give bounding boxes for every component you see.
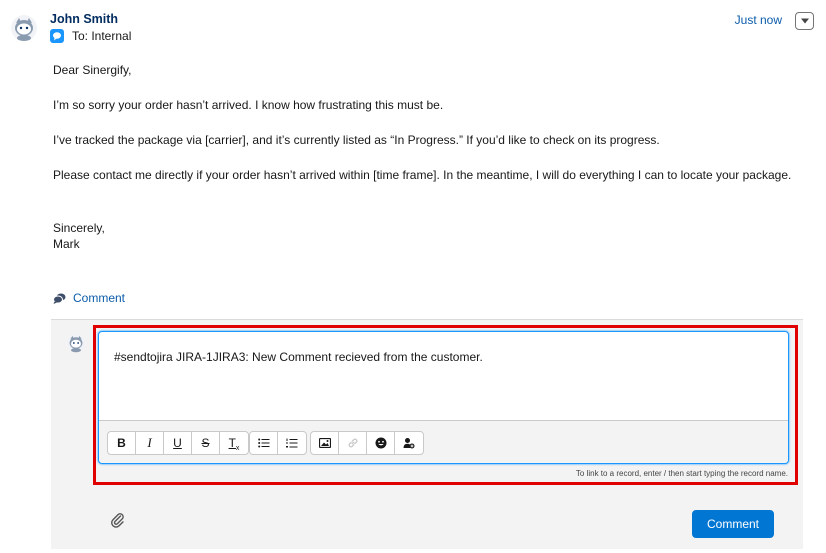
- bulleted-list-icon: [257, 438, 269, 448]
- text-format-group: B I U S Tx: [107, 431, 249, 455]
- image-icon: [318, 438, 331, 448]
- mention-user-button[interactable]: [395, 432, 423, 454]
- user-avatar[interactable]: [10, 14, 38, 42]
- bold-button[interactable]: B: [108, 432, 136, 454]
- insert-group: [310, 431, 424, 455]
- bulleted-list-button[interactable]: [250, 432, 278, 454]
- link-icon: [348, 438, 357, 448]
- rich-text-toolbar: B I U S Tx: [99, 420, 788, 463]
- insert-emoji-button[interactable]: [367, 432, 395, 454]
- greeting: Dear Sinergify,: [53, 63, 132, 77]
- numbered-list-icon: [286, 438, 298, 447]
- underline-icon: U: [173, 436, 182, 450]
- closing: Sincerely,: [53, 221, 105, 235]
- post-body: Dear Sinergify, I’m so sorry your order …: [53, 62, 793, 252]
- insert-image-button[interactable]: [311, 432, 339, 454]
- insert-link-button[interactable]: [339, 432, 367, 454]
- post-menu-button[interactable]: [795, 12, 814, 30]
- paragraph-2: I’ve tracked the package via [carrier], …: [53, 133, 660, 147]
- comment-action-label: Comment: [73, 291, 126, 305]
- emoji-icon: [375, 437, 386, 449]
- chevron-down-icon: [800, 18, 809, 24]
- strikethrough-icon: S: [201, 436, 210, 450]
- strikethrough-button[interactable]: S: [192, 432, 220, 454]
- paragraph-1: I’m so sorry your order hasn’t arrived. …: [53, 98, 444, 112]
- clear-formatting-button[interactable]: Tx: [220, 432, 248, 454]
- numbered-list-button[interactable]: [278, 432, 306, 454]
- bold-icon: B: [117, 436, 126, 450]
- list-group: [249, 431, 307, 455]
- paragraph-3: Please contact me directly if your order…: [53, 168, 792, 182]
- audience-label: To: Internal: [72, 29, 132, 43]
- post-timestamp[interactable]: Just now: [735, 13, 782, 27]
- paperclip-icon[interactable]: [110, 512, 126, 528]
- record-link-hint: To link to a record, enter / then start …: [575, 469, 788, 478]
- current-user-avatar: [66, 333, 86, 353]
- comment-input-text[interactable]: #sendtojira JIRA-1JIRA3: New Comment rec…: [114, 350, 483, 364]
- italic-button[interactable]: I: [136, 432, 164, 454]
- signature: Mark: [53, 237, 80, 251]
- clear-formatting-icon: Tx: [228, 436, 240, 452]
- comment-editor[interactable]: #sendtojira JIRA-1JIRA3: New Comment rec…: [98, 331, 789, 464]
- author-name[interactable]: John Smith: [50, 12, 118, 26]
- submit-comment-button[interactable]: Comment: [692, 510, 774, 538]
- comment-action-button[interactable]: Comment: [53, 291, 125, 305]
- audience-line: To: Internal: [50, 29, 131, 43]
- chat-icon: [50, 29, 64, 43]
- comments-icon: [53, 293, 66, 304]
- add-user-icon: [403, 438, 415, 449]
- italic-icon: I: [147, 435, 152, 450]
- underline-button[interactable]: U: [164, 432, 192, 454]
